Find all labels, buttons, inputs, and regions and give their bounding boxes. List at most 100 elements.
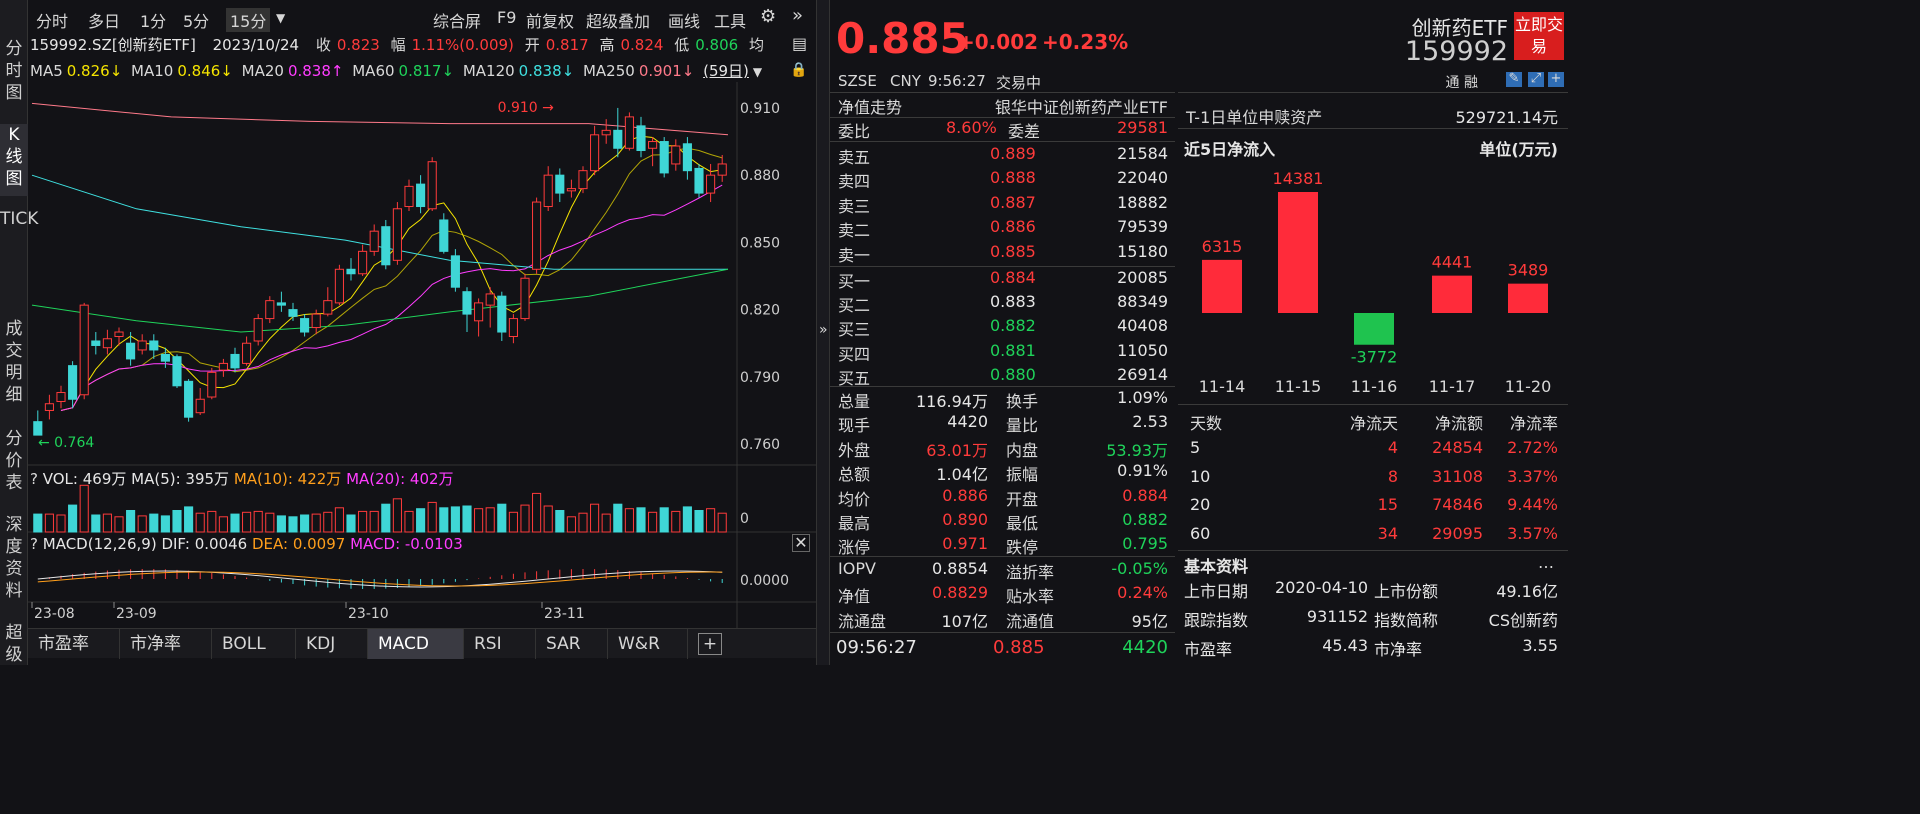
nav-trend-link[interactable]: 净值走势	[838, 94, 902, 118]
composite-screen-button[interactable]: 综合屏	[433, 8, 481, 32]
candle	[195, 398, 205, 414]
view-tab-tick[interactable]: TICK	[0, 210, 38, 228]
candle	[601, 129, 611, 136]
view-tab-depth[interactable]: 深度资料	[0, 514, 28, 602]
ask-volume: 79539	[1117, 217, 1168, 237]
candle	[532, 201, 542, 270]
stat-label: 溢折率	[1006, 563, 1055, 582]
add-icon[interactable]: +	[1548, 72, 1564, 87]
stat-row[interactable]: 流通盘 107亿 流通值 95亿	[838, 608, 1168, 632]
help-icon[interactable]: ?	[30, 470, 38, 488]
weibi-value: 8.60%	[946, 118, 997, 137]
table-cell: 20	[1190, 495, 1211, 514]
stat-label: 开盘	[1006, 489, 1039, 509]
stat-row[interactable]: 最高 0.890 最低 0.882	[838, 510, 1168, 534]
stat-row[interactable]: 均价 0.886 开盘 0.884	[838, 486, 1168, 510]
help-icon[interactable]: ?	[30, 535, 38, 553]
collapse-icon[interactable]: »	[819, 322, 828, 338]
expand-icon[interactable]: ⤢	[1528, 72, 1544, 87]
candle	[207, 371, 217, 398]
view-tab-trade-detail[interactable]: 成交明细	[0, 318, 28, 406]
table-cell: 9.44%	[1507, 495, 1558, 514]
ask-row[interactable]: 卖二 0.886 79539	[838, 217, 1168, 241]
candle	[79, 304, 89, 396]
stat-row[interactable]: 净值 0.8829 贴水率 0.24%	[838, 583, 1168, 607]
stat-row[interactable]: 总量 116.94万 换手 1.09%	[838, 388, 1168, 412]
ask-row[interactable]: 卖五 0.889 21584	[838, 144, 1168, 168]
period-15min[interactable]: 15分	[226, 8, 271, 32]
stat-row[interactable]: 现手 4420 量比 2.53	[838, 412, 1168, 436]
lock-icon[interactable]: 🔒	[790, 62, 807, 78]
trade-now-button[interactable]: 立即交易	[1514, 12, 1564, 60]
tab-pb[interactable]: 市净率	[120, 629, 212, 659]
gear-icon[interactable]: ⚙	[760, 6, 776, 27]
flow-bar	[1202, 259, 1242, 313]
ask-row[interactable]: 卖四 0.888 22040	[838, 168, 1168, 192]
period-1min[interactable]: 1分	[140, 8, 166, 32]
panel-divider[interactable]: »	[816, 0, 830, 665]
tab-macd[interactable]: MACD	[368, 629, 464, 659]
tab-kdj[interactable]: KDJ	[296, 629, 368, 659]
overlay-button[interactable]: 超级叠加	[586, 8, 650, 32]
candle	[450, 255, 460, 288]
adjust-button[interactable]: 前复权	[526, 8, 574, 32]
volume-bar	[358, 510, 368, 533]
draw-line-button[interactable]: 画线	[668, 8, 700, 32]
tab-boll[interactable]: BOLL	[212, 629, 296, 659]
volume-bar	[102, 513, 112, 533]
view-tab-price-table[interactable]: 分价表	[0, 428, 28, 494]
bid-row[interactable]: 买五 0.880 26914	[838, 365, 1168, 389]
macd-y-tick: 0.0000	[740, 573, 789, 589]
stat-label: 贴水率	[1006, 587, 1055, 607]
candle	[172, 356, 182, 387]
tools-button[interactable]: 工具	[714, 8, 746, 32]
close-icon[interactable]: ✕	[792, 534, 810, 552]
more-icon[interactable]: …	[1538, 553, 1554, 572]
period-multiday[interactable]: 多日	[88, 8, 120, 32]
stat-row[interactable]: 总额 1.04亿 振幅 0.91%	[838, 461, 1168, 485]
tab-wr[interactable]: W&R	[608, 629, 688, 659]
view-tab-timeshare[interactable]: 分时图	[0, 38, 28, 104]
stat-row[interactable]: 涨停 0.971 跌停 0.795	[838, 534, 1168, 558]
period-5min[interactable]: 5分	[183, 8, 209, 32]
f9-button[interactable]: F9	[497, 8, 516, 27]
bid-row[interactable]: 买二 0.883 88349	[838, 292, 1168, 316]
bid-row[interactable]: 买四 0.881 11050	[838, 341, 1168, 365]
period-timeshare[interactable]: 分时	[36, 8, 68, 32]
tab-rsi[interactable]: RSI	[464, 629, 536, 659]
stat-label: 均价	[838, 489, 871, 509]
ask-row[interactable]: 卖三 0.887 18882	[838, 193, 1168, 217]
volume-bar	[450, 506, 460, 533]
bid-row[interactable]: 买三 0.882 40408	[838, 316, 1168, 340]
annotation-high: 0.910 →	[498, 100, 555, 116]
trade-status: 交易中	[996, 74, 1042, 92]
bid-price: 0.880	[990, 364, 1036, 384]
flow-value-label: -3772	[1351, 348, 1398, 367]
volume-bar	[149, 513, 159, 533]
stat-label: 外盘	[838, 440, 871, 460]
layout-icon[interactable]: ▤	[792, 34, 807, 53]
expand-right-icon[interactable]: »	[792, 5, 803, 26]
period-dropdown-icon[interactable]: ▼	[276, 11, 285, 25]
volume-bar	[624, 508, 634, 533]
tab-sar[interactable]: SAR	[536, 629, 608, 659]
ma60-line	[31, 268, 729, 333]
view-tab-kline[interactable]: K线图	[0, 124, 28, 196]
stat-row[interactable]: 外盘 63.01万 内盘 53.93万	[838, 437, 1168, 461]
tab-pe[interactable]: 市盈率	[28, 629, 120, 659]
ask-row[interactable]: 卖一 0.885 15180	[838, 242, 1168, 266]
vol-legend: ? VOL: 469万 MA(5): 395万 MA(10): 422万 MA(…	[30, 468, 454, 489]
stat-value: 0.795	[1122, 534, 1168, 554]
x-axis: 23-08 23-09 23-10 23-11	[31, 602, 585, 622]
bid-row[interactable]: 买一 0.884 20085	[838, 268, 1168, 292]
ma-days-selector[interactable]: (59日)	[703, 62, 749, 80]
stat-row[interactable]: IOPV 0.8854 溢折率 -0.05%	[838, 559, 1168, 583]
table-cell: 3.37%	[1507, 466, 1558, 486]
volume-bar	[265, 512, 275, 533]
dropdown-icon[interactable]: ▼	[753, 65, 762, 79]
view-tab-super[interactable]: 超级	[0, 622, 28, 666]
edit-icon[interactable]: ✎	[1506, 72, 1522, 87]
add-tab-icon[interactable]: +	[698, 633, 722, 655]
chart-toolbar: 分时 多日 1分 5分 15分 ▼ 综合屏 F9 前复权 超级叠加 画线 工具 …	[28, 5, 816, 32]
candle	[381, 226, 391, 266]
